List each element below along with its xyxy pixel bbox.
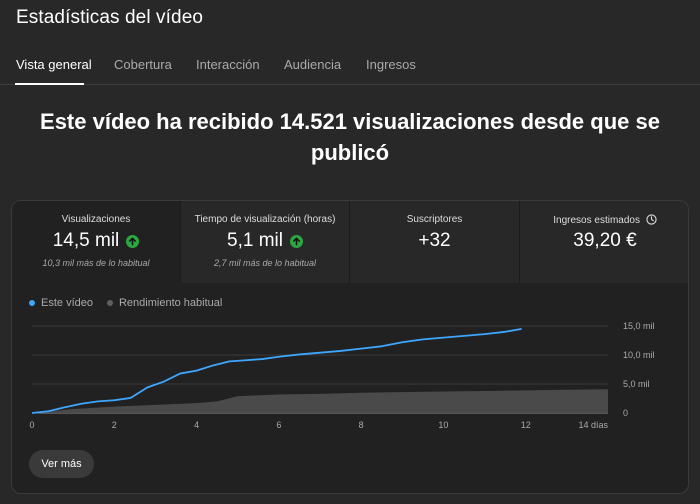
x-tick-label: 4 — [194, 420, 199, 430]
metric-value: 14,5 mil — [52, 230, 120, 251]
legend-dot-icon — [106, 300, 113, 306]
metric-revenue[interactable]: Ingresos estimados 39,20 € — [520, 201, 688, 283]
x-tick-label: 2 — [112, 420, 117, 430]
legend-label: Este vídeo — [41, 297, 93, 309]
metric-views[interactable]: Visualizaciones 14,5 mil 10,3 mil más de… — [12, 201, 181, 283]
trend-up-icon — [126, 234, 140, 248]
stats-card: Visualizaciones 14,5 mil 10,3 mil más de… — [11, 200, 689, 494]
tab-ingresos[interactable]: Ingresos — [366, 57, 416, 72]
metric-label: Visualizaciones — [61, 214, 131, 225]
x-tick-label: 8 — [359, 420, 364, 430]
tab-cobertura[interactable]: Cobertura — [114, 57, 172, 72]
metric-value-row: +32 — [350, 230, 519, 252]
metric-value: 5,1 mil — [227, 230, 283, 251]
metric-value: +32 — [418, 230, 451, 251]
metric-label-text: Ingresos estimados — [553, 215, 640, 226]
legend-dot-icon — [29, 300, 35, 306]
x-tick-label: 12 — [521, 420, 531, 430]
x-tick-label: 10 — [438, 420, 448, 430]
y-tick-label: 0 — [623, 408, 628, 418]
headline: Este vídeo ha recibido 14.521 visualizac… — [40, 109, 660, 165]
trend-up-icon — [289, 234, 303, 248]
chart-legend: Este vídeo Rendimiento habitual — [29, 297, 222, 309]
metric-label: Ingresos estimados — [520, 214, 688, 226]
page-title: Estadísticas del vídeo — [16, 7, 204, 28]
see-more-button[interactable]: Ver más — [29, 450, 94, 478]
x-tick-label: 14 días — [578, 420, 608, 430]
metric-label: Tiempo de visualización (horas) — [194, 214, 336, 225]
metric-subtext: 2,7 mil más de lo habitual — [213, 258, 317, 268]
metric-subscribers[interactable]: Suscriptores +32 — [350, 201, 520, 283]
metric-value-row: 5,1 mil — [181, 230, 349, 252]
legend-item-typical[interactable]: Rendimiento habitual — [106, 297, 223, 309]
metric-value-row: 14,5 mil — [12, 230, 180, 252]
legend-item-this-video[interactable]: Este vídeo — [29, 297, 93, 309]
x-tick-label: 6 — [276, 420, 281, 430]
metric-value-row: 39,20 € — [520, 230, 688, 252]
active-tab-indicator — [15, 83, 84, 85]
clock-icon — [646, 214, 657, 225]
tab-bar: Vista general Cobertura Interacción Audi… — [0, 52, 700, 85]
x-tick-label: 0 — [29, 420, 34, 430]
y-tick-label: 5,0 mil — [623, 379, 650, 389]
y-tick-label: 15,0 mil — [623, 321, 655, 331]
metrics-row: Visualizaciones 14,5 mil 10,3 mil más de… — [12, 201, 688, 283]
series-area-typical — [32, 389, 608, 413]
metric-subtext: 10,3 mil más de lo habitual — [42, 258, 150, 268]
tab-vista-general[interactable]: Vista general — [16, 57, 92, 72]
tab-audiencia[interactable]: Audiencia — [284, 57, 341, 72]
tab-interaccion[interactable]: Interacción — [196, 57, 260, 72]
metric-label: Suscriptores — [406, 214, 463, 225]
metric-value: 39,20 € — [573, 230, 637, 251]
views-chart[interactable]: 0 5,0 mil 10,0 mil 15,0 mil 0 2 4 6 8 10 12 14 días — [12, 311, 689, 435]
legend-label: Rendimiento habitual — [118, 297, 223, 309]
metric-watch-time[interactable]: Tiempo de visualización (horas) 5,1 mil … — [181, 201, 350, 283]
y-tick-label: 10,0 mil — [623, 350, 655, 360]
